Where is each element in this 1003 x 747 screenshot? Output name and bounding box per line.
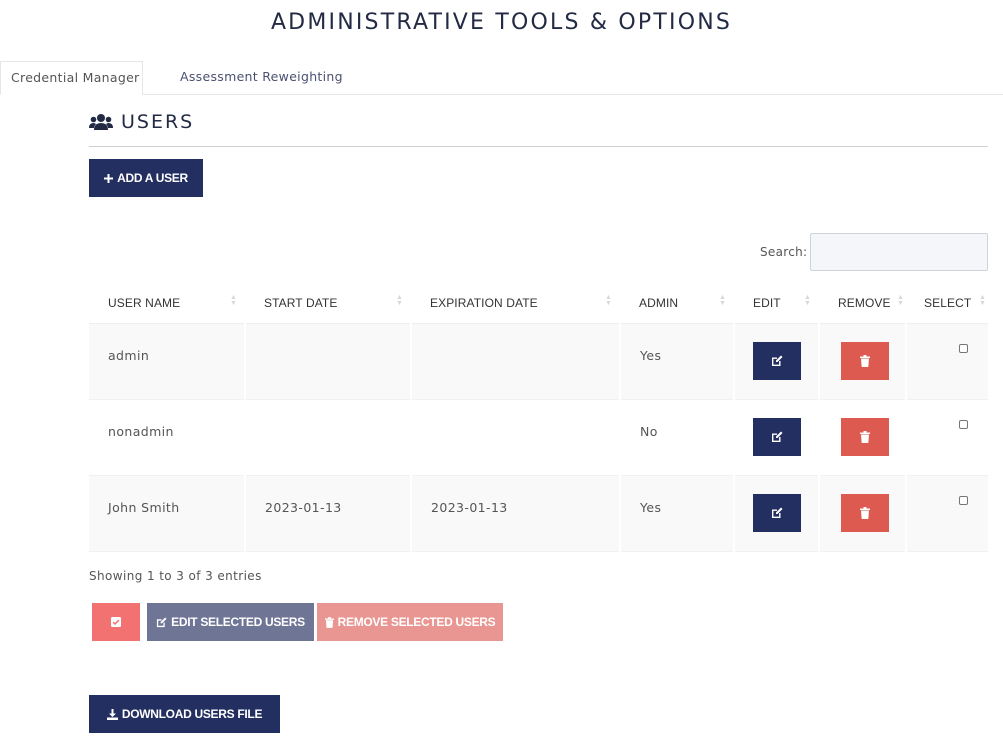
table-row: John Smith 2023-01-13 2023-01-13 Yes [89,475,988,552]
search-label: Search: [760,245,808,259]
cell-start-date: 2023-01-13 [245,475,412,552]
edit-icon [772,431,783,442]
page-title: ADMINISTRATIVE TOOLS & OPTIONS [270,10,733,35]
table-row: nonadmin No [89,399,988,476]
users-table: USER NAME ▲ ▼ START DATE ▲ ▼ EXPIRATION DATE… [89,283,988,552]
check-square-icon [111,617,121,627]
edit-user-button[interactable] [753,341,801,380]
sort-icon: ▲ ▼ [718,294,726,307]
row-select-checkbox[interactable] [959,495,968,505]
cell-admin: No [620,399,735,476]
download-icon [106,708,118,720]
row-select-checkbox[interactable] [959,343,968,353]
users-icon [89,113,113,133]
table-header-row: USER NAME ▲ ▼ START DATE ▲ ▼ EXPIRATION DATE… [89,283,988,324]
add-user-button[interactable]: ADD A USER [89,159,203,197]
tab-credential-manager[interactable]: Credential Manager [0,61,143,95]
column-header-admin[interactable]: ADMIN ▲ ▼ [620,283,734,324]
tab-assessment-reweighting[interactable]: Assessment Reweighting [180,61,343,95]
remove-selected-users-button[interactable]: REMOVE SELECTED USERS [317,603,503,641]
edit-icon [772,355,783,366]
sort-icon: ▲ ▼ [978,294,986,307]
table-info: Showing 1 to 3 of 3 entries [89,569,262,583]
section-title: USERS [121,111,195,133]
sort-icon: ▲ ▼ [229,294,237,307]
edit-selected-label: EDIT SELECTED USERS [171,615,305,629]
cell-admin: Yes [620,475,735,552]
remove-user-button[interactable] [841,417,889,456]
sort-icon: ▲ ▼ [896,294,904,307]
table-row: admin Yes [89,323,988,400]
remove-selected-label: REMOVE SELECTED USERS [337,615,496,629]
edit-selected-users-button[interactable]: EDIT SELECTED USERS [147,603,314,641]
users-section-header: USERS [89,110,988,147]
edit-icon [157,616,167,627]
search-input[interactable] [810,233,988,271]
column-header-select[interactable]: SELECT ▲ ▼ [906,283,988,324]
plus-icon [104,173,114,183]
download-label: DOWNLOAD USERS FILE [121,707,263,721]
download-users-file-button[interactable]: DOWNLOAD USERS FILE [89,695,280,733]
add-user-label: ADD A USER [117,171,188,185]
column-header-start-date[interactable]: START DATE ▲ ▼ [245,283,411,324]
trash-icon [860,430,870,443]
row-select-checkbox[interactable] [959,419,968,429]
trash-icon [324,616,334,628]
sort-icon: ▲ ▼ [395,294,403,307]
column-header-user-name[interactable]: USER NAME ▲ ▼ [89,283,245,324]
sort-icon: ▲ ▼ [604,294,612,307]
cell-start-date [245,323,412,400]
tab-bar: Credential Manager Assessment Reweightin… [0,61,1003,95]
cell-user-name: John Smith [89,475,246,552]
cell-user-name: admin [89,323,246,400]
cell-expiration-date: 2023-01-13 [411,475,621,552]
cell-user-name: nonadmin [89,399,246,476]
edit-user-button[interactable] [753,493,801,532]
cell-expiration-date [411,323,621,400]
sort-icon: ▲ ▼ [803,294,811,307]
column-header-expiration-date[interactable]: EXPIRATION DATE ▲ ▼ [411,283,620,324]
remove-user-button[interactable] [841,341,889,380]
select-all-button[interactable] [92,603,140,641]
edit-user-button[interactable] [753,417,801,456]
cell-expiration-date [411,399,621,476]
column-header-remove[interactable]: REMOVE ▲ ▼ [819,283,906,324]
trash-icon [860,354,870,367]
column-header-edit[interactable]: EDIT ▲ ▼ [734,283,819,324]
cell-start-date [245,399,412,476]
trash-icon [860,506,870,519]
cell-admin: Yes [620,323,735,400]
edit-icon [772,507,783,518]
remove-user-button[interactable] [841,493,889,532]
